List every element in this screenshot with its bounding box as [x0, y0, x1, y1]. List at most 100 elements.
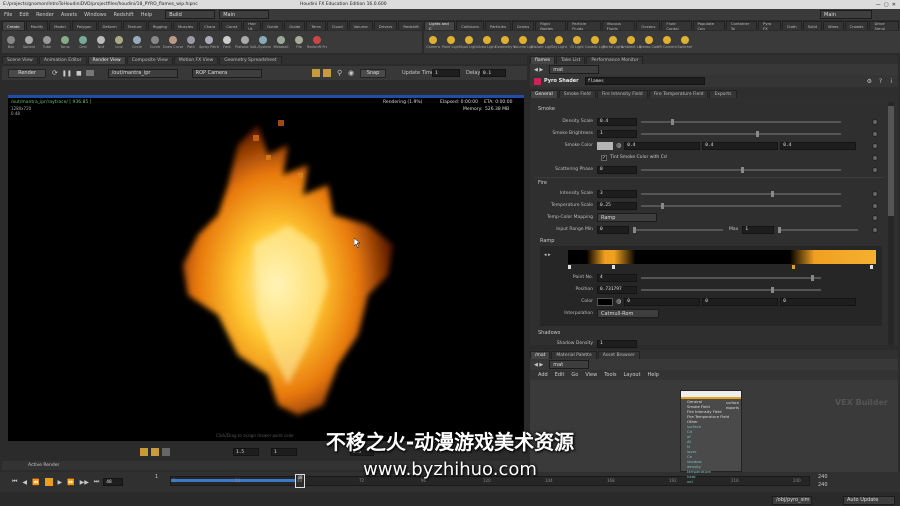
shelf-tool-11[interactable]: Ambient Light — [621, 35, 641, 49]
shelf-tool-13[interactable]: VR Camera — [657, 35, 677, 49]
tab-asset-browser[interactable]: Asset Browser — [597, 350, 640, 359]
input-range-reset-icon[interactable] — [872, 226, 878, 233]
menu-edit[interactable]: Edit — [19, 12, 29, 18]
render-viewport[interactable]: /out/mantra_ipr/raytrace/ [ 936.85 ] 128… — [8, 95, 524, 441]
shelf-tab-8[interactable]: Chara — [199, 21, 221, 30]
shelf-tab-3[interactable]: Polygon — [71, 21, 97, 30]
shelf-tab-0[interactable]: Lights and C — [424, 21, 456, 30]
viewer-tab-1[interactable]: Animation Editor — [38, 55, 87, 64]
param-scrollbar[interactable] — [888, 102, 894, 345]
shelf-tool-5[interactable]: Volume Light — [513, 35, 533, 49]
ramp-color-picker-icon[interactable]: ◍ — [616, 298, 621, 305]
color-swatch-icon[interactable] — [140, 448, 148, 456]
intensity-slider[interactable] — [641, 190, 841, 197]
shelf-tab-4[interactable]: Rigid Bodies — [535, 21, 567, 30]
mapping-reset-icon[interactable] — [872, 214, 878, 221]
shelf-tab-5[interactable]: Texture — [122, 21, 147, 30]
menu-file[interactable]: File — [4, 12, 12, 18]
current-frame-field[interactable]: 48 — [103, 478, 124, 486]
interp-select[interactable]: Catmull-Rom — [597, 309, 659, 318]
color-swatch2-icon[interactable] — [151, 448, 159, 456]
refresh-icon[interactable]: ⟳ — [52, 69, 58, 77]
desktop-select[interactable]: Build — [165, 10, 216, 19]
tab-performance[interactable]: Performance Monitor — [586, 55, 644, 64]
shelf-tool-17[interactable]: Redshift Proxy — [307, 35, 327, 49]
color-picker-icon[interactable]: ◍ — [616, 142, 621, 149]
shelf-tab-9[interactable]: Populate Con — [692, 21, 725, 30]
shelf-tab-0[interactable]: Create — [2, 21, 25, 30]
shelf-tool-9[interactable]: Draw Curve — [163, 35, 183, 49]
snapshot-button[interactable]: Snap — [360, 68, 386, 78]
net-menu-4[interactable]: Tools — [604, 372, 616, 378]
context-select[interactable]: Main — [219, 10, 270, 19]
menu-help[interactable]: Help — [141, 12, 152, 18]
shelf-tool-3[interactable]: Area Light — [478, 35, 496, 49]
position-slider[interactable] — [641, 286, 821, 293]
shelf-tool-6[interactable]: Line — [110, 35, 128, 49]
step-back-icon[interactable]: ◀ — [22, 479, 27, 486]
menu-assets[interactable]: Assets — [61, 12, 77, 18]
channel-icon[interactable] — [162, 448, 170, 456]
output-select[interactable]: /out/mantra_ipr — [107, 68, 178, 78]
position-field[interactable]: 0.731797 — [597, 285, 637, 294]
shelf-tab-9[interactable]: Const — [221, 21, 243, 30]
point-no-slider[interactable] — [641, 274, 821, 281]
shelf-tab-6[interactable]: Rigging — [147, 21, 172, 30]
input-min-slider[interactable] — [633, 226, 723, 233]
smoke-brightness-reset-icon[interactable] — [872, 130, 878, 137]
net-menu-2[interactable]: Go — [571, 372, 578, 378]
shelf-tool-4[interactable]: Grid — [74, 35, 92, 49]
ramp-key-4[interactable] — [870, 265, 873, 269]
net-menu-5[interactable]: Layout — [624, 372, 641, 378]
snap-icon[interactable] — [312, 69, 320, 77]
shelf-tab-15[interactable]: Crowds — [844, 21, 869, 30]
shelf-tab-12[interactable]: Guide — [284, 21, 306, 30]
camera-icon[interactable] — [85, 70, 94, 76]
shelf-tool-0[interactable]: Camera — [424, 35, 442, 49]
shelf-tool-8[interactable]: Curve — [146, 35, 164, 49]
param-tab-4[interactable]: Exports — [709, 89, 737, 98]
shelf-tool-14[interactable]: Switcher — [676, 35, 694, 49]
auto-update-select[interactable]: Auto Update — [843, 495, 895, 505]
shelf-tool-2[interactable]: Tube — [38, 35, 56, 49]
menu-render[interactable]: Render — [36, 12, 54, 18]
shelf-tool-13[interactable]: Platonic Solids — [235, 35, 255, 49]
shelf-tool-5[interactable]: Null — [92, 35, 110, 49]
network-path[interactable]: mat — [549, 360, 590, 369]
net-back-icon[interactable]: ◀ ▶ — [534, 362, 543, 368]
shelf-tool-2[interactable]: Spot Light — [460, 35, 478, 49]
param-tab-3[interactable]: Fire Temperature Field — [648, 89, 709, 98]
mapping-select[interactable]: Ramp — [597, 213, 657, 222]
render-button[interactable]: Render — [8, 68, 46, 78]
shelf-tool-15[interactable]: Metaball — [272, 35, 290, 49]
shelf-tab-12[interactable]: Cloth — [781, 21, 802, 30]
shelf-tab-16[interactable]: Drive Simul — [869, 21, 899, 30]
net-menu-3[interactable]: View — [585, 372, 597, 378]
shelf-tab-3[interactable]: Grains — [511, 21, 535, 30]
shelf-tab-2[interactable]: Model — [49, 21, 71, 30]
node-name-field[interactable]: flames — [584, 77, 705, 85]
shelf-tab-7[interactable]: Muscles — [172, 21, 199, 30]
point-no-field[interactable]: 4 — [597, 273, 637, 282]
shelf-tool-4[interactable]: Geometry Light — [495, 35, 515, 49]
help-icon[interactable]: ? — [879, 78, 882, 85]
smoke-color-b[interactable]: 0.4 — [780, 141, 857, 150]
smoke-brightness-slider[interactable] — [641, 130, 841, 137]
tint-checkbox[interactable]: ✓ — [601, 154, 607, 161]
param-tab-2[interactable]: Fire Intensity Field — [596, 89, 648, 98]
temperature-field[interactable]: 0.25 — [597, 201, 637, 210]
shelf-tab-14[interactable]: Cloud — [326, 21, 348, 30]
ramp-add-icon[interactable]: ◂ ▸ — [544, 252, 551, 258]
input-max-field[interactable]: 1 — [742, 225, 775, 234]
shelf-tool-14[interactable]: L-System — [254, 35, 272, 49]
tab-flames[interactable]: flames — [530, 55, 556, 64]
ramp-color-r[interactable]: 0 — [624, 297, 701, 306]
density-slider[interactable] — [641, 118, 841, 125]
net-menu-6[interactable]: Help — [648, 372, 659, 378]
gear-icon[interactable]: ⚙ — [867, 78, 872, 85]
shelf-tool-11[interactable]: Spray Paint — [199, 35, 219, 49]
input-min-field[interactable]: 0 — [597, 225, 629, 234]
intensity-field[interactable]: 3 — [597, 189, 637, 198]
ramp-color-b[interactable]: 0 — [780, 297, 857, 306]
viewer-tab-3[interactable]: Composite View — [126, 55, 173, 64]
